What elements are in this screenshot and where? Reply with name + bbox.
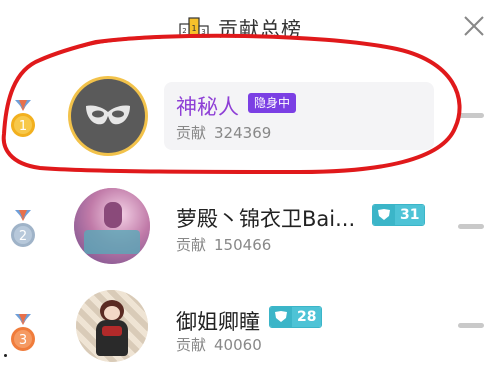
svg-text:1: 1 xyxy=(191,24,196,33)
level-badge: 31 xyxy=(372,204,426,226)
svg-text:1: 1 xyxy=(19,119,27,134)
avatar[interactable] xyxy=(76,290,148,362)
medal-icon: 2 xyxy=(11,210,35,247)
medal-icon: 1 xyxy=(11,100,35,137)
mask-icon xyxy=(86,105,130,125)
more-handle[interactable] xyxy=(458,323,484,328)
svg-text:3: 3 xyxy=(19,333,27,348)
more-handle[interactable] xyxy=(458,224,484,229)
avatar[interactable] xyxy=(68,76,148,156)
close-icon[interactable] xyxy=(462,14,486,38)
user-name: 御姐卿瞳 xyxy=(176,310,260,334)
podium-icon: 1 2 3 xyxy=(178,17,210,38)
shield-icon xyxy=(270,307,292,327)
hidden-badge: 隐身中 xyxy=(248,93,297,113)
contribution: 贡献 150466 xyxy=(176,236,272,254)
avatar[interactable] xyxy=(74,188,150,264)
header: 1 2 3 贡献总榜 xyxy=(0,0,499,54)
svg-text:3: 3 xyxy=(201,28,205,36)
svg-text:2: 2 xyxy=(19,229,27,244)
user-name: 萝殿丶锦衣卫Bai... xyxy=(176,207,356,231)
page-title: 贡献总榜 xyxy=(218,16,302,41)
title-group: 1 2 3 贡献总榜 xyxy=(178,12,302,42)
dot xyxy=(4,354,7,357)
more-handle[interactable] xyxy=(458,113,484,118)
user-name: 神秘人 xyxy=(176,95,239,119)
svg-text:2: 2 xyxy=(182,27,186,35)
contribution: 贡献 324369 xyxy=(176,124,272,142)
medal-icon: 3 xyxy=(11,314,35,351)
shield-icon xyxy=(373,205,395,225)
level-badge: 28 xyxy=(269,306,323,328)
contribution: 贡献 40060 xyxy=(176,336,262,354)
